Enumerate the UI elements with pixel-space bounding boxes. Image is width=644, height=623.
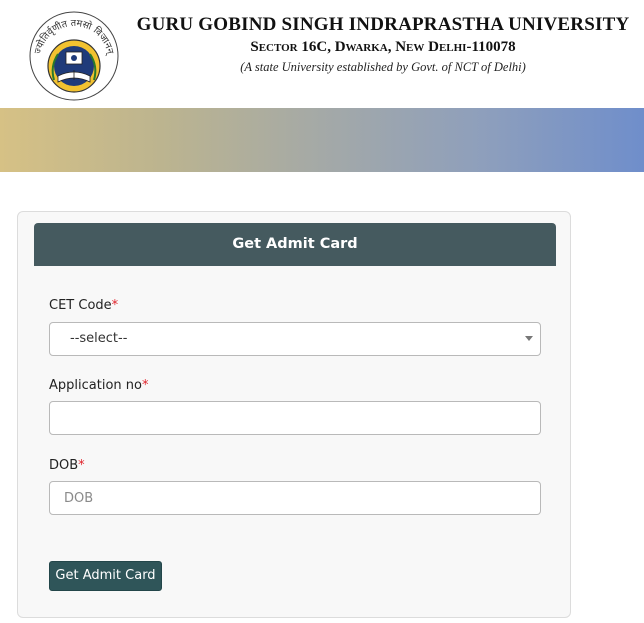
cet-code-select[interactable]: --select-- xyxy=(49,322,541,356)
cet-code-selected-value: --select-- xyxy=(70,331,128,346)
site-header: ज्योतिर्वृणीत तमसो विजानन् GURU GOBIND S… xyxy=(0,0,644,108)
application-no-label-text: Application no xyxy=(49,378,142,393)
university-tagline: (A state University established by Govt.… xyxy=(240,60,526,74)
required-mark: * xyxy=(141,378,149,393)
application-no-input[interactable] xyxy=(49,401,541,435)
required-mark: * xyxy=(78,458,85,473)
chevron-down-icon xyxy=(525,336,533,341)
gradient-banner xyxy=(0,108,644,172)
university-address: Sector 16C, Dwarka, New Delhi-110078 xyxy=(250,39,516,55)
application-no-label: Application no* xyxy=(49,378,148,393)
form-title: Get Admit Card xyxy=(34,223,556,266)
dob-label-text: DOB xyxy=(49,458,79,473)
get-admit-card-button[interactable]: Get Admit Card xyxy=(49,561,162,591)
university-logo: ज्योतिर्वृणीत तमसो विजानन् xyxy=(29,11,119,101)
cet-code-label: CET Code* xyxy=(49,298,118,313)
cet-code-label-text: CET Code xyxy=(49,298,112,313)
university-name: GURU GOBIND SINGH INDRAPRASTHA UNIVERSIT… xyxy=(136,14,630,35)
required-mark: * xyxy=(111,298,119,313)
dob-input[interactable] xyxy=(49,481,541,515)
dob-label: DOB* xyxy=(49,458,85,473)
admit-card-form: Get Admit Card CET Code* --select-- Appl… xyxy=(17,211,571,618)
